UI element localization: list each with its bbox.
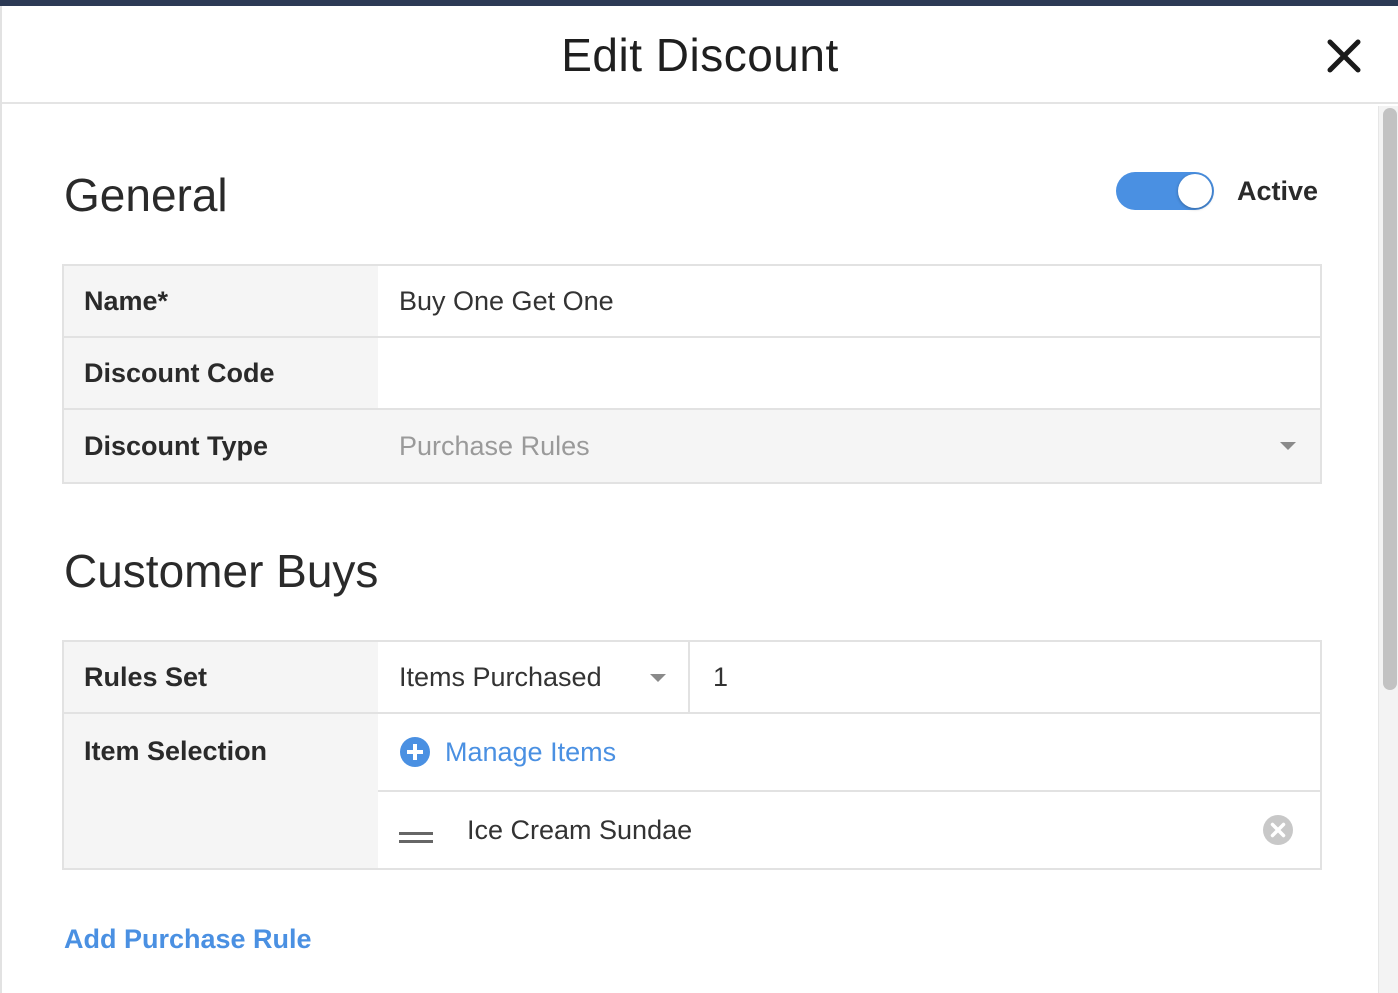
scrollbar-thumb[interactable] — [1383, 108, 1397, 690]
list-item: Ice Cream Sundae — [378, 790, 1320, 868]
drag-handle-icon[interactable] — [399, 822, 433, 843]
modal-title: Edit Discount — [561, 29, 839, 81]
chevron-down-icon — [650, 674, 666, 682]
name-label: Name* — [64, 266, 378, 336]
item-name: Ice Cream Sundae — [467, 814, 693, 845]
rules-set-label: Rules Set — [64, 642, 378, 712]
item-selection-row: Item Selection Manage Items Ice Cream Su… — [64, 714, 1320, 868]
manage-items-link[interactable]: Manage Items — [378, 714, 1320, 790]
item-selection-label: Item Selection — [64, 714, 378, 868]
discount-type-row: Discount Type Purchase Rules — [64, 410, 1320, 482]
toggle-knob — [1178, 174, 1212, 208]
add-purchase-rule-link[interactable]: Add Purchase Rule — [64, 924, 312, 955]
discount-type-value: Purchase Rules — [399, 430, 590, 461]
edit-discount-modal: Edit Discount General Active Name* Buy O… — [0, 6, 1398, 993]
modal-header: Edit Discount — [2, 6, 1398, 104]
discount-code-label: Discount Code — [64, 338, 378, 408]
close-icon[interactable] — [1324, 36, 1364, 76]
active-toggle[interactable] — [1116, 172, 1214, 210]
customer-buys-form: Rules Set Items Purchased 1 Item Selecti… — [62, 640, 1322, 870]
quantity-input[interactable]: 1 — [692, 642, 1320, 712]
rules-set-row: Rules Set Items Purchased 1 — [64, 642, 1320, 714]
general-form: Name* Buy One Get One Discount Code Disc… — [62, 264, 1322, 484]
chevron-down-icon — [1280, 442, 1296, 450]
modal-scrollbar[interactable] — [1378, 106, 1398, 993]
name-row: Name* Buy One Get One — [64, 266, 1320, 338]
general-heading: General — [64, 169, 228, 221]
remove-item-icon[interactable] — [1262, 814, 1294, 846]
active-label: Active — [1237, 176, 1319, 206]
name-input[interactable]: Buy One Get One — [378, 266, 1320, 336]
discount-code-row: Discount Code — [64, 338, 1320, 410]
customer-buys-heading: Customer Buys — [64, 545, 379, 597]
rules-set-value: Items Purchased — [399, 661, 602, 692]
discount-type-label: Discount Type — [64, 410, 378, 482]
discount-type-select[interactable]: Purchase Rules — [378, 410, 1320, 482]
plus-circle-icon — [399, 736, 431, 768]
discount-code-input[interactable] — [378, 338, 1320, 408]
rules-set-select[interactable]: Items Purchased — [378, 642, 690, 712]
manage-items-label[interactable]: Manage Items — [445, 737, 616, 768]
